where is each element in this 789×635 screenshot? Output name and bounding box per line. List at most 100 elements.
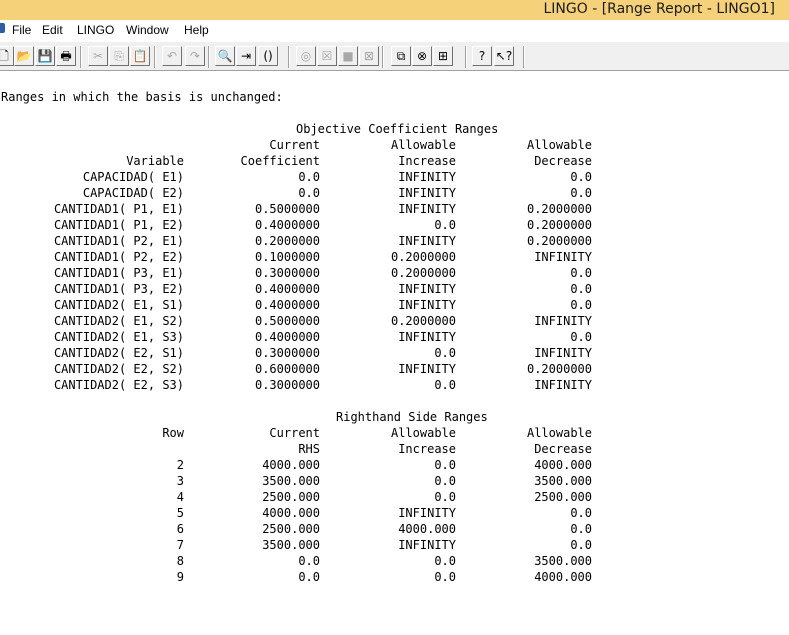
- current-coefficient-cell: 0.3000000: [254, 378, 320, 392]
- allowable-decrease-header: Allowable: [526, 138, 592, 152]
- current-coefficient-cell: 0.4000000: [254, 330, 320, 344]
- allowable-decrease-cell: INFINITY: [534, 346, 592, 360]
- variable-cell: CANTIDAD1( P1, E1): [53, 202, 184, 216]
- redo-icon[interactable]: ↷: [185, 46, 205, 66]
- variable-cell: CANTIDAD1( P1, E2): [53, 218, 184, 232]
- close-icon[interactable]: ⊠: [359, 46, 379, 66]
- save-icon[interactable]: 💾: [35, 46, 55, 66]
- variable-cell: CANTIDAD2( E2, S1): [53, 346, 184, 360]
- solve-icon[interactable]: ◎: [296, 46, 316, 66]
- solution-icon[interactable]: ☒: [317, 46, 337, 66]
- allowable-increase-header: Allowable: [390, 138, 456, 152]
- allowable-increase-cell: INFINITY: [398, 170, 456, 184]
- allowable-increase-cell: INFINITY: [398, 330, 456, 344]
- range-report: Ranges in which the basis is unchanged: …: [0, 72, 789, 635]
- allowable-increase-cell: 0.0: [434, 346, 456, 360]
- allowable-increase-cell: INFINITY: [398, 234, 456, 248]
- stop-icon[interactable]: ■: [338, 46, 358, 66]
- current-rhs-cell: 0.0: [298, 554, 320, 568]
- current-coefficient-cell: 0.0: [298, 186, 320, 200]
- cut-icon[interactable]: ✂: [88, 46, 108, 66]
- allowable-decrease-cell: 4000.000: [534, 570, 592, 584]
- app-system-icon[interactable]: [0, 23, 5, 33]
- report-intro: Ranges in which the basis is unchanged:: [1, 90, 283, 104]
- send-to-back-icon[interactable]: ⧉: [391, 46, 411, 66]
- toolbar-separator: [523, 46, 525, 68]
- variable-cell: CAPACIDAD( E1): [82, 170, 184, 184]
- allowable-increase-cell: 0.0: [434, 554, 456, 568]
- current-coefficient-cell: 0.0: [298, 170, 320, 184]
- allowable-decrease-cell: 0.0: [570, 330, 592, 344]
- paste-icon[interactable]: 📋: [130, 46, 150, 66]
- find-icon[interactable]: 🔍: [215, 46, 235, 66]
- allowable-decrease-header: Allowable: [526, 426, 592, 440]
- menu-edit[interactable]: Edit: [42, 23, 63, 37]
- row-cell: 6: [176, 522, 184, 536]
- row-cell: 7: [176, 538, 184, 552]
- variable-cell: CAPACIDAD( E2): [82, 186, 184, 200]
- variable-cell: CANTIDAD2( E2, S3): [53, 378, 184, 392]
- menu-help[interactable]: Help: [184, 23, 209, 37]
- variable-cell: CANTIDAD2( E1, S1): [53, 298, 184, 312]
- current-rhs-cell: 3500.000: [262, 474, 320, 488]
- variable-cell: CANTIDAD2( E2, S2): [53, 362, 184, 376]
- match-parenthesis-icon[interactable]: (): [258, 46, 278, 66]
- window-title: LINGO - [Range Report - LINGO1]: [543, 1, 775, 17]
- allowable-decrease-cell: 0.0: [570, 186, 592, 200]
- allowable-decrease-cell: 0.2000000: [526, 234, 592, 248]
- help-icon[interactable]: ?: [472, 46, 492, 66]
- current-rhs-header: Current: [269, 426, 320, 440]
- undo-icon[interactable]: ↶: [162, 46, 182, 66]
- current-rhs-cell: 0.0: [298, 570, 320, 584]
- current-coefficient-cell: 0.4000000: [254, 218, 320, 232]
- allowable-increase-cell: INFINITY: [398, 538, 456, 552]
- allowable-decrease-cell: 4000.000: [534, 458, 592, 472]
- allowable-increase-cell: 0.2000000: [390, 266, 456, 280]
- current-coefficient-cell: 0.3000000: [254, 266, 320, 280]
- allowable-increase-cell: INFINITY: [398, 186, 456, 200]
- allowable-decrease-cell: 0.0: [570, 282, 592, 296]
- menu-window[interactable]: Window: [126, 23, 169, 37]
- current-coefficient-cell: 0.4000000: [254, 282, 320, 296]
- context-help-icon[interactable]: ↖?: [494, 46, 514, 66]
- variable-cell: CANTIDAD1( P2, E1): [53, 234, 184, 248]
- allowable-decrease-cell: 0.2000000: [526, 202, 592, 216]
- allowable-increase-cell: 0.0: [434, 218, 456, 232]
- allowable-decrease-cell: INFINITY: [534, 378, 592, 392]
- allowable-increase-cell: INFINITY: [398, 506, 456, 520]
- current-coefficient-cell: 0.5000000: [254, 202, 320, 216]
- allowable-decrease-cell: INFINITY: [534, 314, 592, 328]
- allowable-decrease-cell: 0.0: [570, 266, 592, 280]
- allowable-increase-cell: INFINITY: [398, 282, 456, 296]
- copy-icon[interactable]: ⎘: [109, 46, 129, 66]
- goto-line-icon[interactable]: ⇥: [236, 46, 256, 66]
- row-cell: 9: [176, 570, 184, 584]
- variable-cell: CANTIDAD1( P3, E2): [53, 282, 184, 296]
- new-icon[interactable]: 🗋: [0, 46, 14, 66]
- allowable-increase-cell: INFINITY: [398, 298, 456, 312]
- current-coefficient-header: Current: [269, 138, 320, 152]
- tile-icon[interactable]: ⊞: [433, 46, 453, 66]
- menu-lingo[interactable]: LINGO: [77, 23, 114, 37]
- allowable-decrease-cell: 3500.000: [534, 554, 592, 568]
- title-bar: LINGO - [Range Report - LINGO1]: [0, 0, 789, 20]
- open-icon[interactable]: 📂: [14, 46, 34, 66]
- allowable-decrease-cell: 2500.000: [534, 490, 592, 504]
- current-coefficient-cell: 0.5000000: [254, 314, 320, 328]
- allowable-increase-cell: INFINITY: [398, 202, 456, 216]
- allowable-increase-header: Allowable: [390, 426, 456, 440]
- allowable-decrease-cell: 3500.000: [534, 474, 592, 488]
- current-coefficient-cell: 0.2000000: [254, 234, 320, 248]
- current-rhs-cell: 4000.000: [262, 458, 320, 472]
- allowable-decrease-header: Decrease: [534, 154, 592, 168]
- allowable-decrease-cell: INFINITY: [534, 250, 592, 264]
- close-all-icon[interactable]: ⊗: [412, 46, 432, 66]
- toolbar-separator: [288, 46, 290, 68]
- print-icon[interactable]: 🖶: [56, 46, 76, 66]
- allowable-increase-cell: 0.2000000: [390, 250, 456, 264]
- menu-bar: File Edit LINGO Window Help: [0, 20, 789, 41]
- current-rhs-cell: 2500.000: [262, 522, 320, 536]
- menu-file[interactable]: File: [12, 23, 31, 37]
- allowable-increase-cell: 0.0: [434, 458, 456, 472]
- current-rhs-cell: 2500.000: [262, 490, 320, 504]
